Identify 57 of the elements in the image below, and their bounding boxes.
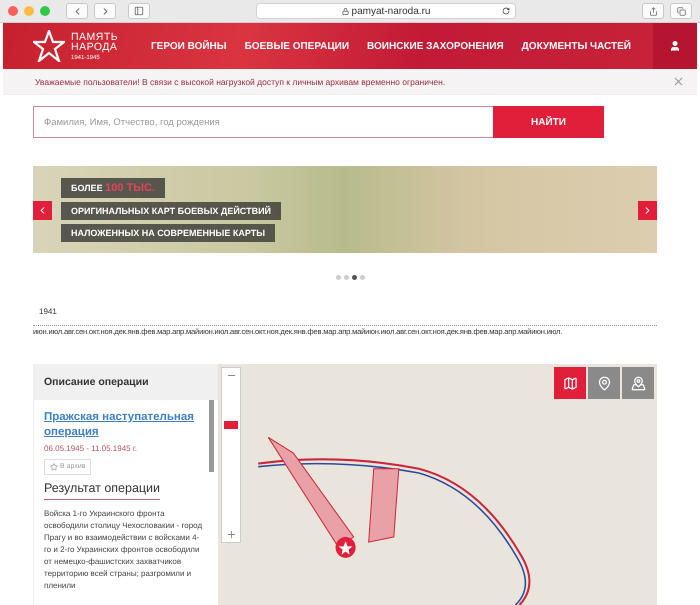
plus-icon [226,529,236,540]
nav-link[interactable]: ДОКУМЕНТЫ ЧАСТЕЙ [522,40,631,52]
operation-dates: 06.05.1945 - 11.05.1945 г. [44,444,137,453]
close-icon [672,75,685,88]
zoom-light[interactable] [40,6,50,16]
search-field[interactable]: Фамилия, Имя, Отчество, год рождения [33,106,493,138]
pin-icon [630,376,646,390]
zoom-slider[interactable] [221,367,241,543]
tabs-icon [676,6,686,16]
zoom-handle[interactable] [224,420,238,429]
address-bar[interactable]: pamyat-naroda.ru [256,3,516,19]
layer-button[interactable] [588,367,620,399]
banner-caption: ОРИГИНАЛЬНЫХ КАРТ БОЕВЫХ ДЕЙСТВИЙ [61,202,282,220]
pin-icon [596,376,612,390]
lock-icon [342,8,349,14]
find-button[interactable]: НАЙТИ [493,106,604,138]
layer-button[interactable] [554,367,586,399]
reload-icon[interactable] [502,7,510,15]
map-icon [562,376,578,390]
slide-dot[interactable] [360,275,364,280]
timeline-year: 1941 [39,307,58,316]
share-button[interactable] [642,3,664,19]
previous-slide-button[interactable] [33,201,52,220]
banner-caption: НАЛОЖЕННЫХ НА СОВРЕМЕННЫЕ КАРТЫ [61,224,276,242]
result-text: Войска 1-го Украинского фронта освободили столицу Чехословакии - город Прагу и во взаимодействии с войсками 4-го и 2-го Украинских фронтов освободили от немецко-фашистских захватчиков территорию всей страны; разгромили и пленили [44,508,204,592]
notice-text: Уважаемые пользователи! В связи с высокой нагрузкой доступ к личным архивам временно ограничен. [35,76,446,86]
sidebar-icon [134,6,144,16]
logo-text: ПАМЯТЬ [71,32,118,42]
user-button[interactable] [653,23,697,69]
star-marker-icon [336,536,356,558]
user-icon [669,40,681,52]
close-light[interactable] [8,6,18,16]
close-button[interactable] [672,75,685,88]
url-text: pamyat-naroda.ru [352,6,430,16]
forward-button[interactable] [94,3,116,19]
scrollbar[interactable] [209,400,214,472]
next-slide-button[interactable] [638,201,657,220]
sidebar-button[interactable] [128,3,150,19]
slide-dot[interactable] [352,275,356,280]
banner-caption: БОЛЕЕ 100 ТЫС. [61,178,165,198]
tabs-button[interactable] [670,3,692,19]
slide-dot[interactable] [336,275,340,280]
share-icon [648,6,658,16]
nav-link[interactable]: ВОИНСКИЕ ЗАХОРОНЕНИЯ [367,40,504,52]
operation-link[interactable]: Пражская наступательная операция [44,410,206,440]
zoom-in-button[interactable] [226,529,236,540]
nav-link[interactable]: БОЕВЫЕ ОПЕРАЦИИ [244,40,350,52]
layer-button[interactable] [622,367,654,399]
slide-dot[interactable] [344,275,348,280]
result-heading: Результат операции [44,480,160,500]
back-button[interactable] [66,3,88,19]
star-icon [50,462,58,471]
star-logo-icon[interactable] [33,30,65,62]
nav-link[interactable]: ГЕРОИ ВОЙНЫ [151,40,227,52]
logo-text: НАРОДА [71,42,118,52]
panel-title: Описание операции [34,364,218,400]
map-placeholder[interactable] [218,364,657,605]
